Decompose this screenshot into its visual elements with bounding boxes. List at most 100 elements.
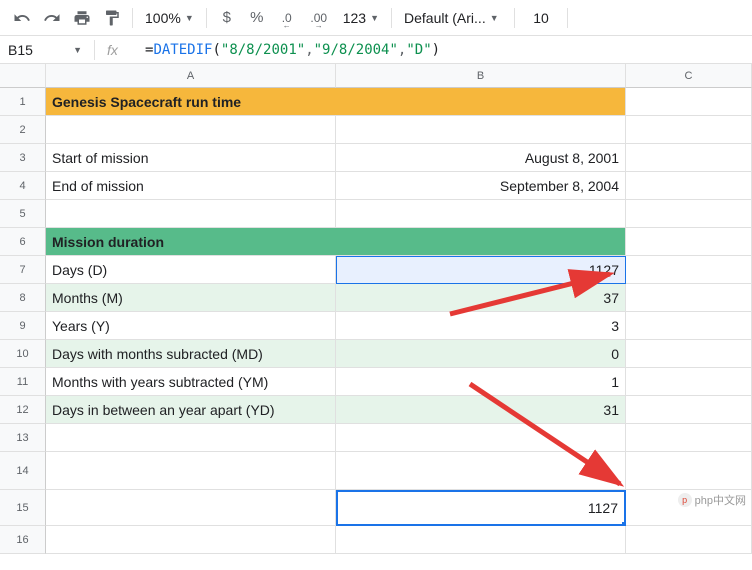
format-percent-button[interactable]: % [243, 4, 271, 32]
select-all-corner[interactable] [0, 64, 46, 88]
zoom-value: 100% [145, 10, 181, 26]
row-header[interactable]: 15 [0, 490, 46, 526]
row-7: 7 Days (D) 1127 [0, 256, 752, 284]
row-header[interactable]: 6 [0, 228, 46, 256]
increase-decimal-button[interactable]: .00 → [303, 4, 335, 32]
row-3: 3 Start of mission August 8, 2001 [0, 144, 752, 172]
row-header[interactable]: 3 [0, 144, 46, 172]
row-header[interactable]: 16 [0, 526, 46, 554]
cell-c7[interactable] [626, 256, 752, 284]
font-name: Default (Ari... [404, 10, 486, 26]
cell-a7[interactable]: Days (D) [46, 256, 336, 284]
chevron-down-icon: ▼ [185, 13, 194, 23]
chevron-down-icon: ▼ [370, 13, 379, 23]
row-header[interactable]: 1 [0, 88, 46, 116]
font-dropdown[interactable]: Default (Ari... ▼ [398, 10, 508, 26]
separator [94, 40, 95, 60]
cell-b14[interactable] [336, 452, 626, 490]
cell-c8[interactable] [626, 284, 752, 312]
col-header-b[interactable]: B [336, 64, 626, 88]
redo-button[interactable] [38, 4, 66, 32]
row-header[interactable]: 12 [0, 396, 46, 424]
more-formats-dropdown[interactable]: 123 ▼ [337, 10, 385, 26]
cell-c1[interactable] [626, 88, 752, 116]
cell-c10[interactable] [626, 340, 752, 368]
chevron-down-icon: ▼ [490, 13, 499, 23]
row-header[interactable]: 2 [0, 116, 46, 144]
row-header[interactable]: 9 [0, 312, 46, 340]
row-header[interactable]: 11 [0, 368, 46, 396]
zoom-dropdown[interactable]: 100% ▼ [139, 10, 200, 26]
paint-format-button[interactable] [98, 4, 126, 32]
cell-a6[interactable]: Mission duration [46, 228, 626, 256]
cell-c13[interactable] [626, 424, 752, 452]
cell-a13[interactable] [46, 424, 336, 452]
cell-b4[interactable]: September 8, 2004 [336, 172, 626, 200]
cell-c6[interactable] [626, 228, 752, 256]
cell-c5[interactable] [626, 200, 752, 228]
cell-b2[interactable] [336, 116, 626, 144]
row-header[interactable]: 13 [0, 424, 46, 452]
cell-c11[interactable] [626, 368, 752, 396]
separator [132, 8, 133, 28]
row-4: 4 End of mission September 8, 2004 [0, 172, 752, 200]
cell-a4[interactable]: End of mission [46, 172, 336, 200]
font-size-value: 10 [533, 10, 549, 26]
row-header[interactable]: 7 [0, 256, 46, 284]
formula-bar-row: B15 ▼ fx =DATEDIF("8/8/2001","9/8/2004",… [0, 36, 752, 64]
row-header[interactable]: 5 [0, 200, 46, 228]
row-1: 1 Genesis Spacecraft run time [0, 88, 752, 116]
format-currency-button[interactable]: $ [213, 4, 241, 32]
cell-c16[interactable] [626, 526, 752, 554]
cell-b9[interactable]: 3 [336, 312, 626, 340]
cell-b10[interactable]: 0 [336, 340, 626, 368]
cell-c3[interactable] [626, 144, 752, 172]
cell-a16[interactable] [46, 526, 336, 554]
row-2: 2 [0, 116, 752, 144]
cell-a3[interactable]: Start of mission [46, 144, 336, 172]
spreadsheet-grid[interactable]: A B C 1 Genesis Spacecraft run time 2 3 … [0, 64, 752, 554]
decrease-decimal-button[interactable]: .0 ← [273, 4, 301, 32]
row-13: 13 [0, 424, 752, 452]
column-headers: A B C [0, 64, 752, 88]
cell-c14[interactable] [626, 452, 752, 490]
row-5: 5 [0, 200, 752, 228]
print-button[interactable] [68, 4, 96, 32]
name-box[interactable]: B15 ▼ [8, 42, 82, 58]
cell-c4[interactable] [626, 172, 752, 200]
chevron-down-icon: ▼ [73, 45, 82, 55]
font-size-dropdown[interactable]: 10 [521, 10, 561, 26]
cell-a12[interactable]: Days in between an year apart (YD) [46, 396, 336, 424]
col-header-c[interactable]: C [626, 64, 752, 88]
row-14: 14 [0, 452, 752, 490]
row-header[interactable]: 10 [0, 340, 46, 368]
cell-b3[interactable]: August 8, 2001 [336, 144, 626, 172]
cell-a15[interactable] [46, 490, 336, 526]
cell-a8[interactable]: Months (M) [46, 284, 336, 312]
fill-handle[interactable] [621, 521, 626, 526]
cell-a5[interactable] [46, 200, 336, 228]
cell-b7[interactable]: 1127 [336, 256, 626, 284]
formula-bar[interactable]: =DATEDIF("8/8/2001","9/8/2004","D") [145, 42, 744, 58]
cell-b11[interactable]: 1 [336, 368, 626, 396]
undo-button[interactable] [8, 4, 36, 32]
cell-b5[interactable] [336, 200, 626, 228]
row-header[interactable]: 4 [0, 172, 46, 200]
cell-a14[interactable] [46, 452, 336, 490]
row-header[interactable]: 14 [0, 452, 46, 490]
row-header[interactable]: 8 [0, 284, 46, 312]
cell-b13[interactable] [336, 424, 626, 452]
cell-a2[interactable] [46, 116, 336, 144]
cell-c12[interactable] [626, 396, 752, 424]
cell-c9[interactable] [626, 312, 752, 340]
cell-a9[interactable]: Years (Y) [46, 312, 336, 340]
cell-a10[interactable]: Days with months subracted (MD) [46, 340, 336, 368]
cell-b12[interactable]: 31 [336, 396, 626, 424]
col-header-a[interactable]: A [46, 64, 336, 88]
cell-b16[interactable] [336, 526, 626, 554]
cell-a1[interactable]: Genesis Spacecraft run time [46, 88, 626, 116]
cell-b15[interactable]: 1127 [336, 490, 626, 526]
cell-c2[interactable] [626, 116, 752, 144]
cell-a11[interactable]: Months with years subtracted (YM) [46, 368, 336, 396]
cell-b8[interactable]: 37 [336, 284, 626, 312]
